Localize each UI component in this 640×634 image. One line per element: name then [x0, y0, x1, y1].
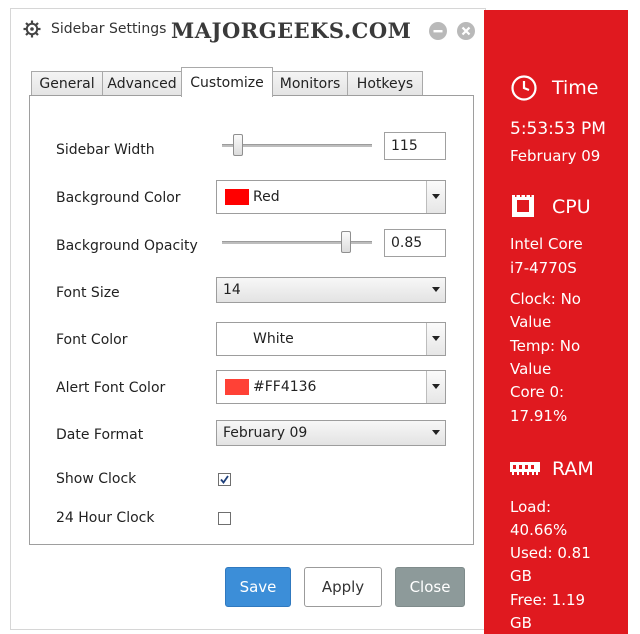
background-color-label: Background Color	[56, 190, 181, 206]
ram-free-line2: GB	[510, 614, 532, 632]
alert-font-color-select[interactable]: #FF4136	[216, 370, 446, 404]
clock-icon	[510, 74, 538, 106]
watermark-logo: MAJORGEEKS.COM	[171, 18, 412, 43]
ram-used-line1: Used: 0.81	[510, 544, 591, 562]
background-color-swatch	[225, 189, 249, 205]
show-clock-label: Show Clock	[56, 471, 137, 487]
sidebar-width-input[interactable]: 115	[384, 132, 446, 160]
hour24-clock-checkbox[interactable]	[218, 512, 231, 525]
ram-icon	[510, 460, 540, 480]
font-color-swatch	[225, 331, 249, 347]
background-opacity-label: Background Opacity	[56, 238, 198, 254]
font-size-value: 14	[223, 282, 241, 298]
cpu-core-line1: Core 0:	[510, 383, 565, 401]
chevron-down-icon[interactable]	[426, 371, 445, 403]
date-format-value: February 09	[223, 425, 308, 441]
close-window-button[interactable]	[457, 22, 475, 40]
window-title: Sidebar Settings	[51, 21, 167, 37]
time-heading: Time	[552, 77, 599, 99]
ram-used-line2: GB	[510, 567, 532, 585]
ram-load-line2: 40.66%	[510, 521, 568, 539]
chevron-down-icon[interactable]	[426, 181, 445, 213]
tab-monitors[interactable]: Monitors	[272, 71, 348, 95]
date-format-label: Date Format	[56, 427, 144, 443]
background-color-select[interactable]: Red	[216, 180, 446, 214]
font-color-label: Font Color	[56, 332, 128, 348]
cpu-model-line1: Intel Core	[510, 235, 583, 253]
tab-advanced[interactable]: Advanced	[102, 71, 182, 95]
font-size-label: Font Size	[56, 285, 120, 301]
sidebar-width-slider[interactable]	[222, 144, 372, 147]
background-opacity-slider-thumb[interactable]	[341, 231, 351, 253]
apply-button[interactable]: Apply	[304, 567, 382, 607]
tab-hotkeys[interactable]: Hotkeys	[347, 71, 423, 95]
save-button[interactable]: Save	[225, 567, 291, 607]
cpu-temp-line1: Temp: No	[510, 337, 581, 355]
time-clock: 5:53:53 PM	[510, 119, 606, 139]
cpu-clock-line2: Value	[510, 313, 552, 331]
font-color-select[interactable]: White	[216, 322, 446, 356]
gear-icon	[23, 20, 41, 38]
cpu-clock-line1: Clock: No	[510, 290, 581, 308]
ram-free-line1: Free: 1.19	[510, 591, 586, 609]
alert-font-color-swatch	[225, 379, 249, 395]
tab-customize[interactable]: Customize	[181, 67, 273, 97]
background-color-value: Red	[253, 189, 280, 205]
cpu-icon	[510, 193, 536, 223]
cpu-model-line2: i7-4770S	[510, 259, 577, 277]
alert-font-color-value: #FF4136	[253, 379, 317, 395]
chevron-down-icon[interactable]	[426, 323, 445, 355]
background-opacity-input[interactable]: 0.85	[384, 229, 446, 257]
sidebar-width-label: Sidebar Width	[56, 142, 155, 158]
title-bar: Sidebar Settings MAJORGEEKS.COM	[11, 9, 485, 49]
settings-dialog: Sidebar Settings MAJORGEEKS.COM General …	[10, 8, 486, 630]
minimize-button[interactable]	[429, 22, 447, 40]
checkmark-icon	[220, 475, 229, 484]
sidebar-width-slider-thumb[interactable]	[233, 134, 244, 156]
chevron-down-icon[interactable]	[427, 278, 445, 302]
cpu-temp-line2: Value	[510, 360, 552, 378]
ram-heading: RAM	[552, 458, 594, 480]
date-format-select[interactable]: February 09	[216, 420, 446, 446]
chevron-down-icon[interactable]	[427, 421, 445, 445]
show-clock-checkbox[interactable]	[218, 473, 231, 486]
customize-panel: Sidebar Width 115 Background Color Red B…	[29, 95, 474, 545]
close-icon	[461, 26, 471, 36]
alert-font-color-label: Alert Font Color	[56, 380, 166, 396]
hour24-clock-label: 24 Hour Clock	[56, 510, 155, 526]
time-date: February 09	[510, 147, 601, 165]
cpu-core-line2: 17.91%	[510, 407, 568, 425]
close-button[interactable]: Close	[395, 567, 465, 607]
font-color-value: White	[253, 331, 294, 347]
cpu-heading: CPU	[552, 196, 591, 218]
minimize-icon	[433, 30, 443, 33]
tab-general[interactable]: General	[31, 71, 103, 95]
font-size-select[interactable]: 14	[216, 277, 446, 303]
ram-load-line1: Load:	[510, 498, 552, 516]
sidebar-preview: Time 5:53:53 PM February 09 CPU Intel Co…	[484, 10, 628, 634]
